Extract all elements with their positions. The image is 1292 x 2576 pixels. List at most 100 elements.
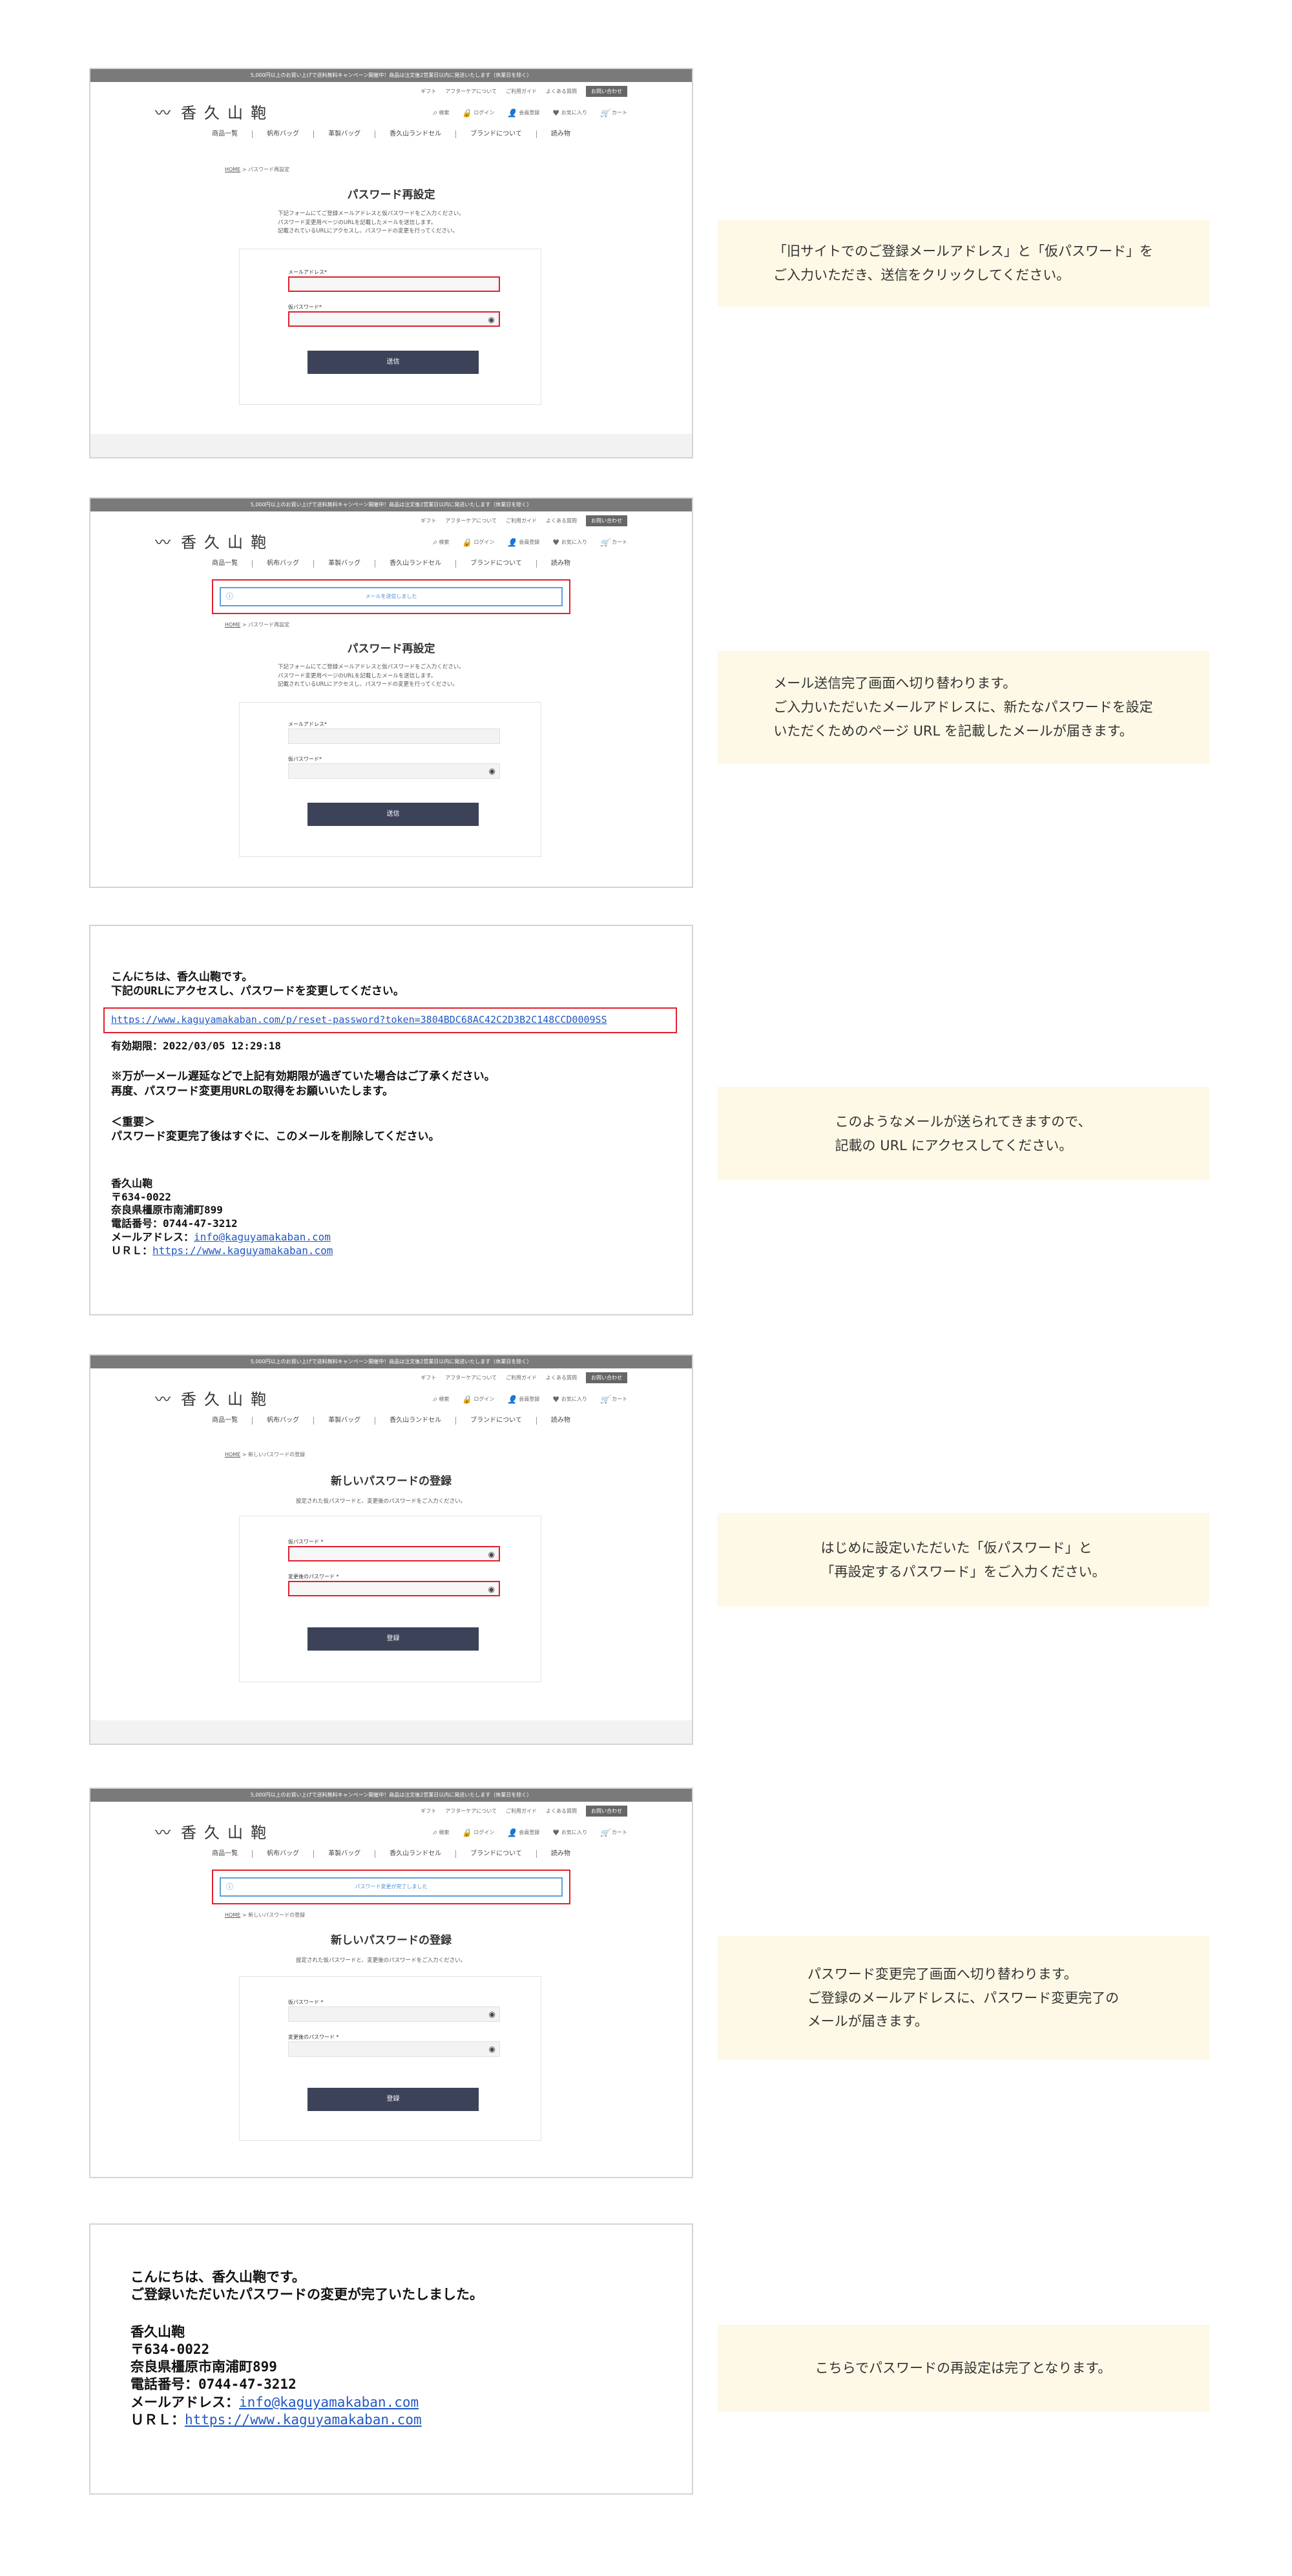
campaign-bar: 5,000円以上のお買い上げで送料無料キャンペーン開催中！商品は注文後2営業日以… (90, 1789, 692, 1802)
favorite-link[interactable]: ♥ お気に入り (552, 108, 587, 118)
gnav-item-randoseru[interactable]: 香久山ランドセル (375, 1850, 455, 1858)
register-link[interactable]: 👤 会員登録 (507, 1395, 539, 1404)
search-icon: ⌕ (432, 108, 437, 117)
eye-icon[interactable]: ◉ (488, 315, 495, 324)
util-link-gift[interactable]: ギフト (421, 1808, 436, 1815)
util-link-gift[interactable]: ギフト (421, 517, 436, 524)
register-button[interactable]: 登録 (307, 2088, 479, 2111)
gnav-item-articles[interactable]: 読み物 (536, 130, 585, 138)
util-link-guide[interactable]: ご利用ガイド (506, 88, 537, 95)
util-link-guide[interactable]: ご利用ガイド (506, 1374, 537, 1381)
util-link-faq[interactable]: よくある質問 (546, 88, 577, 95)
new-password-field[interactable]: ◉ (288, 2041, 500, 2057)
contact-button[interactable]: お問い合わせ (586, 1372, 627, 1383)
eye-icon[interactable]: ◉ (488, 1550, 495, 1559)
util-link-guide[interactable]: ご利用ガイド (506, 517, 537, 524)
eye-icon[interactable]: ◉ (489, 2010, 495, 2019)
temp-password-field[interactable]: ◉ (288, 763, 500, 779)
breadcrumb-home[interactable]: HOME (225, 1912, 240, 1918)
util-link-gift[interactable]: ギフト (421, 88, 436, 95)
register-link[interactable]: 👤 会員登録 (507, 1828, 539, 1837)
site-logo[interactable]: 〰 香久山鞄 (155, 1386, 274, 1409)
cart-link[interactable]: 🛒 カート (600, 538, 627, 547)
breadcrumb: HOME > パスワード再設定 (225, 621, 289, 628)
util-link-faq[interactable]: よくある質問 (546, 517, 577, 524)
gnav-item-canvas[interactable]: 帆布バッグ (252, 1850, 313, 1858)
search-link[interactable]: ⌕ 検索 (433, 1828, 450, 1837)
gnav-item-canvas[interactable]: 帆布バッグ (252, 1417, 313, 1425)
step4-screenshot: 5,000円以上のお買い上げで送料無料キャンペーン開催中！商品は注文後2営業日以… (89, 1788, 693, 2178)
new-password-field[interactable]: ◉ (288, 1581, 500, 1596)
gnav-item-products[interactable]: 商品一覧 (198, 560, 252, 568)
temp-password-field[interactable]: ◉ (288, 2006, 500, 2022)
site-logo[interactable]: 〰 香久山鞄 (155, 530, 274, 552)
site-url-link[interactable]: https://www.kaguyamakaban.com (185, 2412, 422, 2427)
register-link[interactable]: 👤 会員登録 (507, 538, 539, 547)
gnav-item-brand[interactable]: ブランドについて (455, 1850, 536, 1858)
util-link-guide[interactable]: ご利用ガイド (506, 1808, 537, 1815)
favorite-link[interactable]: ♥ お気に入り (552, 538, 587, 547)
submit-button[interactable]: 送信 (307, 803, 479, 826)
search-link[interactable]: ⌕ 検索 (433, 1394, 450, 1404)
register-link[interactable]: 👤 会員登録 (507, 108, 539, 118)
login-link[interactable]: 🔒 ログイン (462, 1828, 494, 1837)
util-link-faq[interactable]: よくある質問 (546, 1808, 577, 1815)
email-field[interactable] (288, 728, 500, 744)
submit-button[interactable]: 送信 (307, 351, 479, 374)
gnav-item-leather[interactable]: 革製バッグ (313, 560, 375, 568)
cart-link[interactable]: 🛒 カート (600, 1395, 627, 1404)
util-link-gift[interactable]: ギフト (421, 1374, 436, 1381)
site-logo[interactable]: 〰 香久山鞄 (155, 1820, 274, 1842)
favorite-link[interactable]: ♥ お気に入り (552, 1828, 587, 1837)
gnav-item-leather[interactable]: 革製バッグ (313, 1850, 375, 1858)
gnav-item-leather[interactable]: 革製バッグ (313, 130, 375, 138)
breadcrumb-home[interactable]: HOME (225, 622, 240, 628)
gnav-item-brand[interactable]: ブランドについて (455, 130, 536, 138)
login-link[interactable]: 🔒 ログイン (462, 1395, 494, 1404)
contact-button[interactable]: お問い合わせ (586, 1806, 627, 1817)
eye-icon[interactable]: ◉ (488, 1585, 495, 1594)
mail-link[interactable]: info@kaguyamakaban.com (239, 2395, 419, 2410)
gnav-item-brand[interactable]: ブランドについて (455, 1417, 536, 1425)
temp-password-field[interactable]: ◉ (288, 311, 500, 327)
register-button[interactable]: 登録 (307, 1627, 479, 1651)
gnav-item-brand[interactable]: ブランドについて (455, 560, 536, 568)
util-link-faq[interactable]: よくある質問 (546, 1374, 577, 1381)
util-link-aftercare[interactable]: アフターケアについて (445, 88, 497, 95)
temp-password-field[interactable]: ◉ (288, 1546, 500, 1561)
gnav-item-products[interactable]: 商品一覧 (198, 1417, 252, 1425)
reset-url-link[interactable]: https://www.kaguyamakaban.com/p/reset-pa… (111, 1014, 607, 1025)
gnav-item-leather[interactable]: 革製バッグ (313, 1417, 375, 1425)
site-url-link[interactable]: https://www.kaguyamakaban.com (152, 1244, 333, 1257)
contact-button[interactable]: お問い合わせ (586, 515, 627, 526)
login-link[interactable]: 🔒 ログイン (462, 538, 494, 547)
search-link[interactable]: ⌕ 検索 (433, 108, 450, 118)
util-link-aftercare[interactable]: アフターケアについて (445, 1374, 497, 1381)
favorite-link[interactable]: ♥ お気に入り (552, 1395, 587, 1404)
search-link[interactable]: ⌕ 検索 (433, 537, 450, 547)
gnav-item-articles[interactable]: 読み物 (536, 1850, 585, 1858)
cart-link[interactable]: 🛒 カート (600, 1828, 627, 1837)
site-logo[interactable]: 〰 香久山鞄 (155, 100, 274, 123)
eye-icon[interactable]: ◉ (489, 2045, 495, 2054)
breadcrumb-home[interactable]: HOME (225, 1452, 240, 1458)
email-field[interactable] (288, 276, 500, 292)
util-link-aftercare[interactable]: アフターケアについて (445, 517, 497, 524)
mail-link[interactable]: info@kaguyamakaban.com (194, 1231, 331, 1243)
breadcrumb-home[interactable]: HOME (225, 167, 240, 172)
gnav-item-randoseru[interactable]: 香久山ランドセル (375, 560, 455, 568)
contact-button[interactable]: お問い合わせ (586, 86, 627, 97)
gnav-item-products[interactable]: 商品一覧 (198, 130, 252, 138)
util-link-aftercare[interactable]: アフターケアについて (445, 1808, 497, 1815)
mail1-greeting: こんにちは、香久山鞄です。 下記のURLにアクセスし、パスワードを変更してくださ… (111, 971, 404, 998)
gnav-item-products[interactable]: 商品一覧 (198, 1850, 252, 1858)
gnav-item-articles[interactable]: 読み物 (536, 560, 585, 568)
eye-icon[interactable]: ◉ (489, 767, 495, 776)
gnav-item-articles[interactable]: 読み物 (536, 1417, 585, 1425)
gnav-item-canvas[interactable]: 帆布バッグ (252, 130, 313, 138)
gnav-item-randoseru[interactable]: 香久山ランドセル (375, 130, 455, 138)
gnav-item-randoseru[interactable]: 香久山ランドセル (375, 1417, 455, 1425)
login-link[interactable]: 🔒 ログイン (462, 108, 494, 118)
gnav-item-canvas[interactable]: 帆布バッグ (252, 560, 313, 568)
cart-link[interactable]: 🛒 カート (600, 108, 627, 118)
